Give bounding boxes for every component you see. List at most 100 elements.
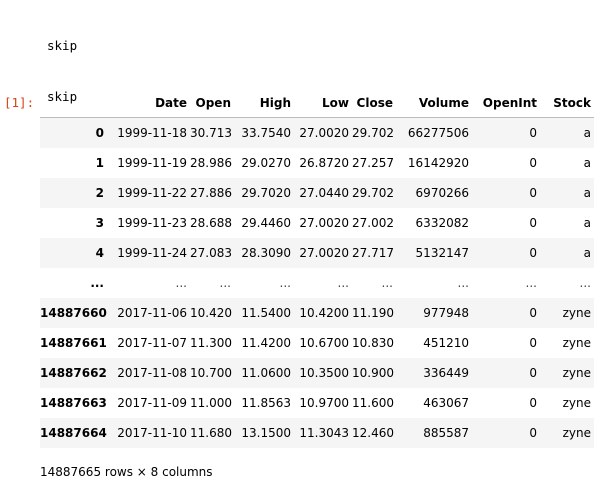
row-index: 2 <box>95 186 104 200</box>
table-row: 4 1999-11-24 27.083 28.3090 27.0020 27.717 513… <box>40 238 594 268</box>
table-cell: 10.900 <box>352 366 394 380</box>
table-cell: ... <box>337 276 349 290</box>
table-cell: ... <box>457 276 469 290</box>
table-cell: 27.257 <box>352 156 394 170</box>
table-cell: 451210 <box>423 336 469 350</box>
table-cell: 33.7540 <box>241 126 291 140</box>
table-cell: zyne <box>562 426 591 440</box>
table-cell: 11.4200 <box>241 336 291 350</box>
table-cell: 28.986 <box>190 156 232 170</box>
table-cell: zyne <box>562 306 591 320</box>
table-cell: 11.000 <box>190 396 232 410</box>
column-header: Date <box>112 89 190 118</box>
table-cell: 30.713 <box>190 126 232 140</box>
table-cell: 11.300 <box>190 336 232 350</box>
table-cell: 11.0600 <box>241 366 291 380</box>
stream-line: skip <box>47 38 78 53</box>
table-cell: 29.7020 <box>241 186 291 200</box>
table-cell: ... <box>219 276 231 290</box>
table-cell: 0 <box>529 396 537 410</box>
table-row: 0 1999-11-18 30.713 33.7540 27.0020 29.702 662… <box>40 117 594 148</box>
table-cell: 10.9700 <box>299 396 349 410</box>
table-cell: 0 <box>529 366 537 380</box>
table-cell: a <box>583 156 591 170</box>
table-row: 14887660 2017-11-06 10.420 11.5400 10.4200 11… <box>40 298 594 328</box>
table-cell: ... <box>279 276 291 290</box>
table-cell: a <box>583 216 591 230</box>
row-index: 1 <box>95 156 104 170</box>
table-row: ........................... <box>40 268 594 298</box>
table-cell: 0 <box>529 126 537 140</box>
table-header: Date Open High Low Close Volume OpenInt Stock <box>40 89 594 118</box>
table-cell: 2017-11-08 <box>117 366 187 380</box>
table-cell: 10.700 <box>190 366 232 380</box>
row-index: ... <box>90 276 104 290</box>
table-cell: 66277506 <box>407 126 469 140</box>
table-cell: 27.0020 <box>299 216 349 230</box>
table-cell: 13.1500 <box>241 426 291 440</box>
row-index: 14887664 <box>40 426 107 440</box>
table-cell: 0 <box>529 246 537 260</box>
row-index: 14887663 <box>40 396 107 410</box>
table-cell: 10.4200 <box>299 306 349 320</box>
table-cell: 10.830 <box>352 336 394 350</box>
table-cell: 11.3043 <box>299 426 349 440</box>
table-cell: 2017-11-09 <box>117 396 187 410</box>
row-index: 4 <box>95 246 104 260</box>
table-cell: 0 <box>529 336 537 350</box>
table-cell: 0 <box>529 216 537 230</box>
column-header: Open <box>190 89 234 118</box>
column-header: OpenInt <box>472 89 540 118</box>
row-index: 14887662 <box>40 366 107 380</box>
table-cell: 6332082 <box>415 216 469 230</box>
table-row: 14887661 2017-11-07 11.300 11.4200 10.6700 10… <box>40 328 594 358</box>
table-cell: 5132147 <box>415 246 469 260</box>
column-header: Stock <box>540 89 594 118</box>
table-cell: 0 <box>529 156 537 170</box>
table-cell: 10.6700 <box>299 336 349 350</box>
table-cell: 1999-11-18 <box>117 126 187 140</box>
dataframe-shape-label: 14887665 rows × 8 columns <box>40 465 213 479</box>
table-cell: 29.4460 <box>241 216 291 230</box>
table-cell: 27.0020 <box>299 246 349 260</box>
table-cell: 27.0020 <box>299 126 349 140</box>
row-index: 0 <box>95 126 104 140</box>
table-cell: 29.702 <box>352 126 394 140</box>
table-cell: 10.420 <box>190 306 232 320</box>
column-header: Close <box>352 89 396 118</box>
table-cell: 11.680 <box>190 426 232 440</box>
table-row: 2 1999-11-22 27.886 29.7020 27.0440 29.702 697… <box>40 178 594 208</box>
execution-count-prompt: [1]: <box>4 95 35 110</box>
table-cell: 0 <box>529 306 537 320</box>
table-cell: zyne <box>562 366 591 380</box>
index-header <box>40 89 112 118</box>
table-cell: 11.8563 <box>241 396 291 410</box>
row-index: 14887661 <box>40 336 107 350</box>
table-cell: 463067 <box>423 396 469 410</box>
table-cell: 2017-11-06 <box>117 306 187 320</box>
table-cell: 27.0440 <box>299 186 349 200</box>
row-index: 3 <box>95 216 104 230</box>
table-row: 14887663 2017-11-09 11.000 11.8563 10.9700 11… <box>40 388 594 418</box>
table-cell: a <box>583 126 591 140</box>
column-header: Volume <box>396 89 472 118</box>
table-cell: 336449 <box>423 366 469 380</box>
table-row: 14887664 2017-11-10 11.680 13.1500 11.3043 12… <box>40 418 594 448</box>
table-cell: 27.002 <box>352 216 394 230</box>
table-cell: ... <box>175 276 187 290</box>
table-cell: 977948 <box>423 306 469 320</box>
table-row: 14887662 2017-11-08 10.700 11.0600 10.3500 10… <box>40 358 594 388</box>
table-cell: 1999-11-22 <box>117 186 187 200</box>
table-cell: 1999-11-23 <box>117 216 187 230</box>
table-cell: ... <box>579 276 591 290</box>
table-cell: zyne <box>562 396 591 410</box>
dataframe-table: Date Open High Low Close Volume OpenInt Stock 0… <box>40 89 594 448</box>
table-cell: 11.600 <box>352 396 394 410</box>
table-cell: ... <box>381 276 393 290</box>
table-cell: a <box>583 186 591 200</box>
table-cell: 29.702 <box>352 186 394 200</box>
table-cell: 11.190 <box>352 306 394 320</box>
table-cell: 1999-11-24 <box>117 246 187 260</box>
table-cell: 0 <box>529 186 537 200</box>
table-cell: 29.0270 <box>241 156 291 170</box>
